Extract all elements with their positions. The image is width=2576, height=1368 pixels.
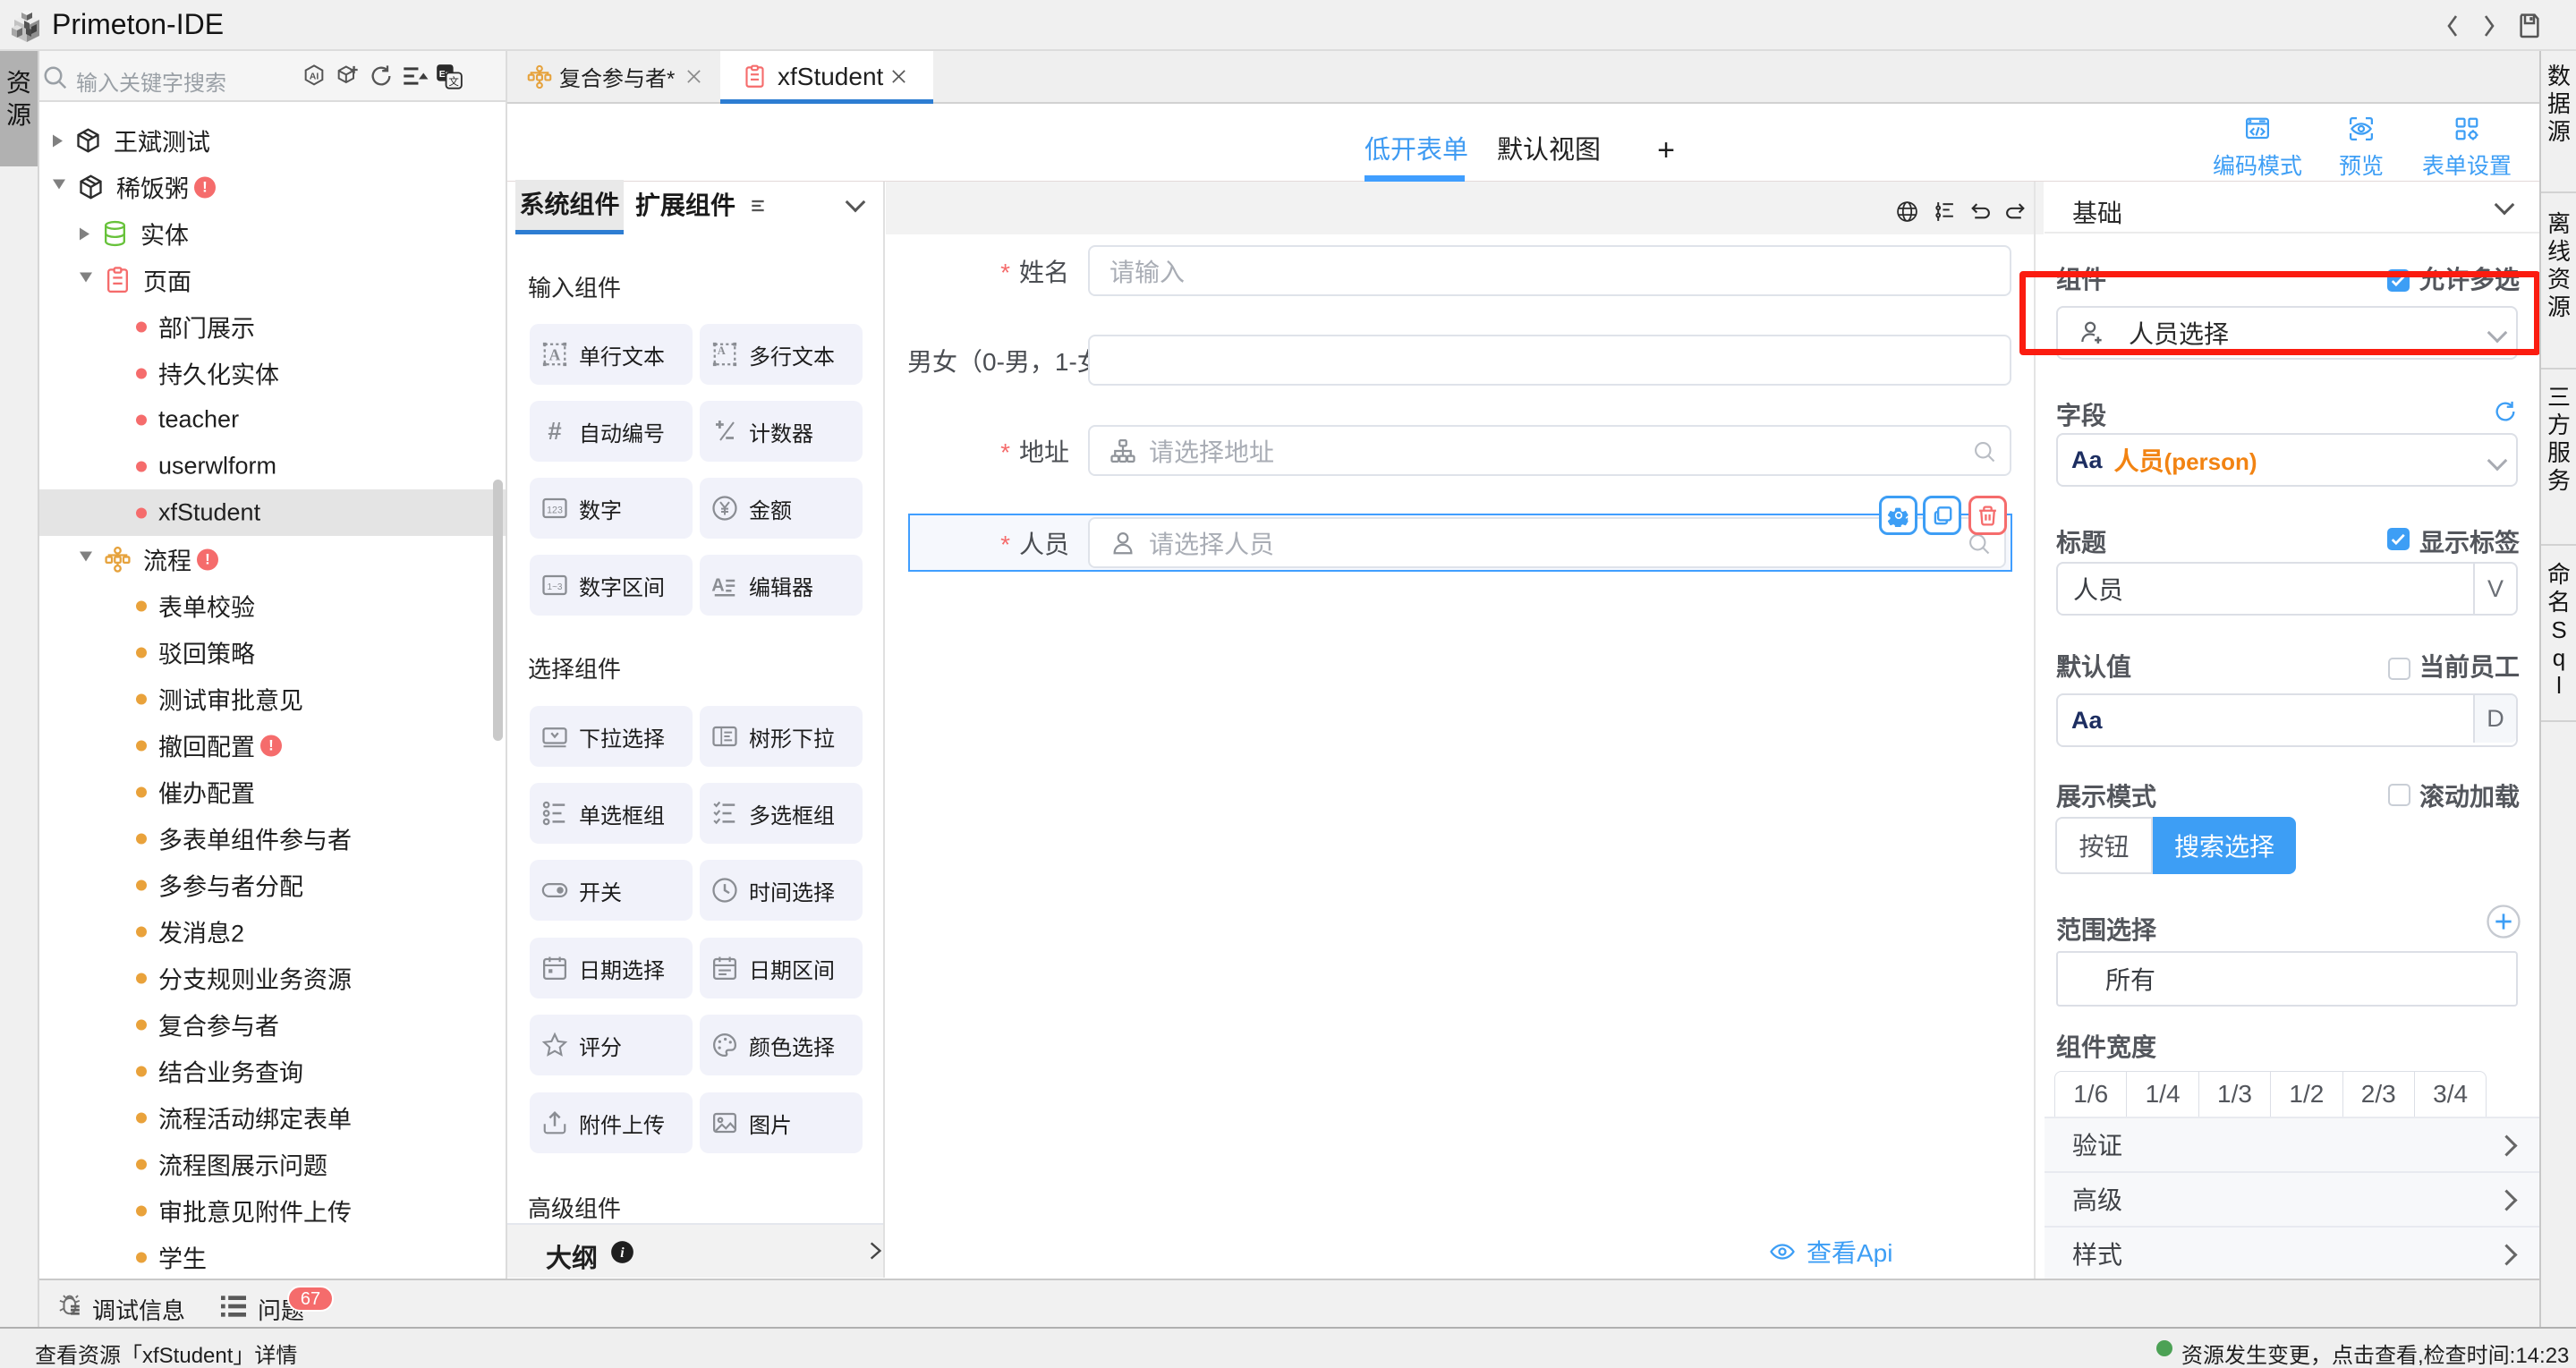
svg-text:AI: AI bbox=[310, 72, 319, 82]
svg-text:A: A bbox=[711, 575, 724, 595]
svg-text:文: 文 bbox=[448, 75, 459, 88]
svg-text:A: A bbox=[549, 345, 561, 363]
svg-text:#: # bbox=[548, 418, 561, 445]
svg-text:1~3: 1~3 bbox=[548, 582, 563, 592]
svg-text:A: A bbox=[718, 344, 726, 357]
svg-text:123: 123 bbox=[547, 506, 563, 516]
svg-text:i: i bbox=[620, 1245, 625, 1261]
